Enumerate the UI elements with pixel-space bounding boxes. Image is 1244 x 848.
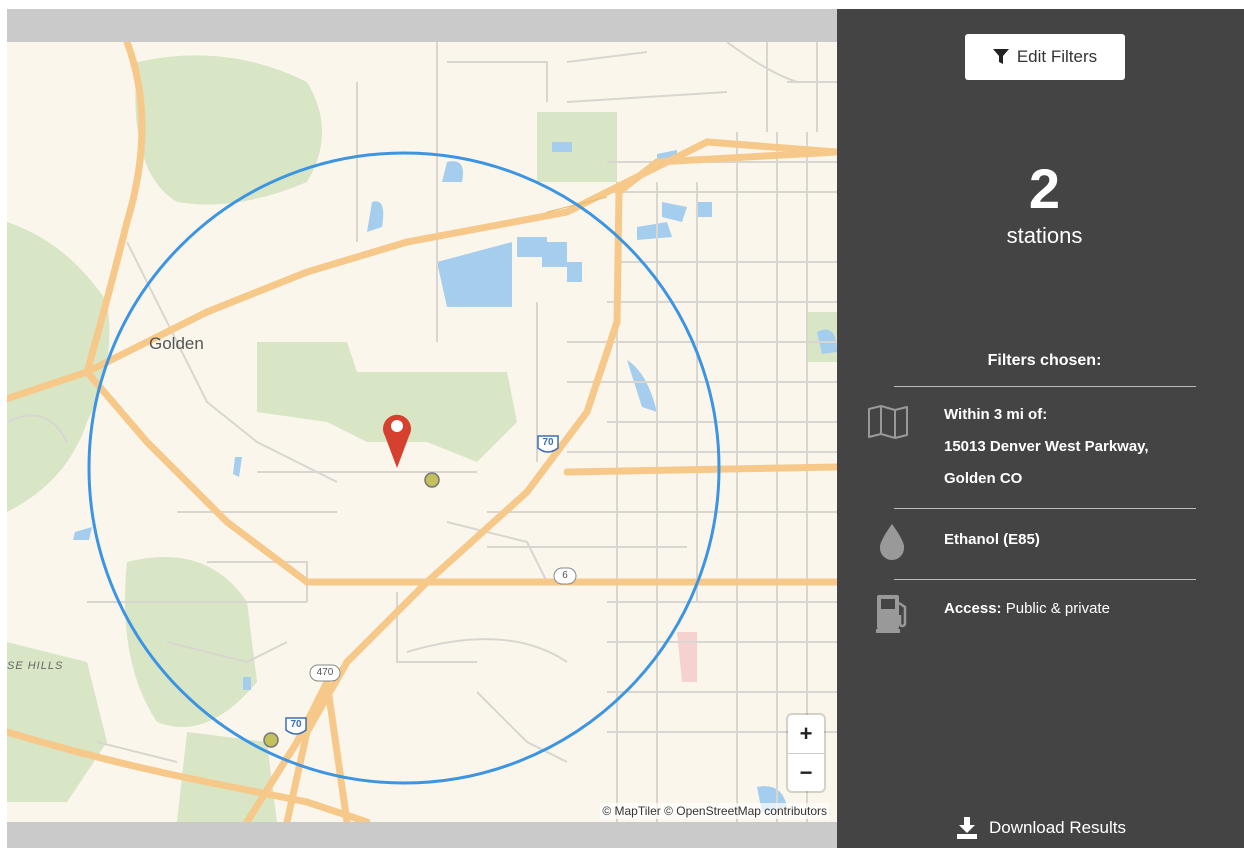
download-icon [957, 817, 977, 839]
gas-pump-icon [867, 593, 917, 638]
divider [894, 508, 1196, 509]
station-marker [263, 732, 279, 748]
zoom-control: + − [788, 715, 824, 791]
map-attribution[interactable]: © MapTiler © OpenStreetMap contributors [600, 803, 829, 819]
station-count: 2 [1028, 157, 1061, 220]
station-count-label: stations [1006, 223, 1083, 248]
edit-filters-label: Edit Filters [1016, 47, 1098, 66]
filters-title: Filters chosen: [987, 352, 1102, 369]
access-label: Access: [944, 600, 1002, 617]
download-results-button[interactable]: Download Results [957, 817, 1126, 839]
shield-label-i70-south: 70 [290, 719, 302, 730]
download-results-label: Download Results [989, 818, 1127, 837]
results-panel: Edit Filters 2 stations Filters chosen: … [837, 9, 1244, 848]
divider [894, 579, 1196, 580]
filter-location: Within 3 mi of: 15013 Denver West Parkwa… [867, 399, 1207, 495]
map-canvas [7, 42, 837, 822]
filter-icon [992, 49, 1009, 64]
top-bar [7, 9, 837, 42]
zoom-out-button[interactable]: − [788, 754, 824, 792]
station-marker [424, 472, 440, 488]
edit-filters-button[interactable]: Edit Filters [965, 34, 1125, 80]
zoom-in-button[interactable]: + [788, 715, 824, 754]
map-view[interactable]: 70 70 6 470 Golden SE HILLS + − © MapTil… [7, 42, 837, 822]
location-line-3: Golden CO [944, 470, 1023, 487]
shield-label-i70-east: 70 [542, 437, 554, 448]
bottom-bar [7, 822, 837, 848]
place-label-hills: SE HILLS [7, 660, 64, 672]
access-value: Public & private [1005, 600, 1110, 617]
location-line-1: Within 3 mi of: [944, 406, 1048, 423]
fuel-drop-icon [867, 524, 917, 565]
map-icon [867, 399, 917, 495]
location-pin-icon [382, 414, 411, 468]
fuel-type: Ethanol (E85) [944, 531, 1040, 548]
shield-label-470: 470 [316, 667, 334, 678]
divider [894, 386, 1196, 387]
filter-fuel: Ethanol (E85) [867, 524, 1207, 565]
filter-access: Access: Public & private [867, 593, 1207, 638]
shield-label-us6: 6 [562, 570, 568, 581]
place-label-golden: Golden [149, 334, 204, 353]
location-line-2: 15013 Denver West Parkway, [944, 438, 1149, 455]
